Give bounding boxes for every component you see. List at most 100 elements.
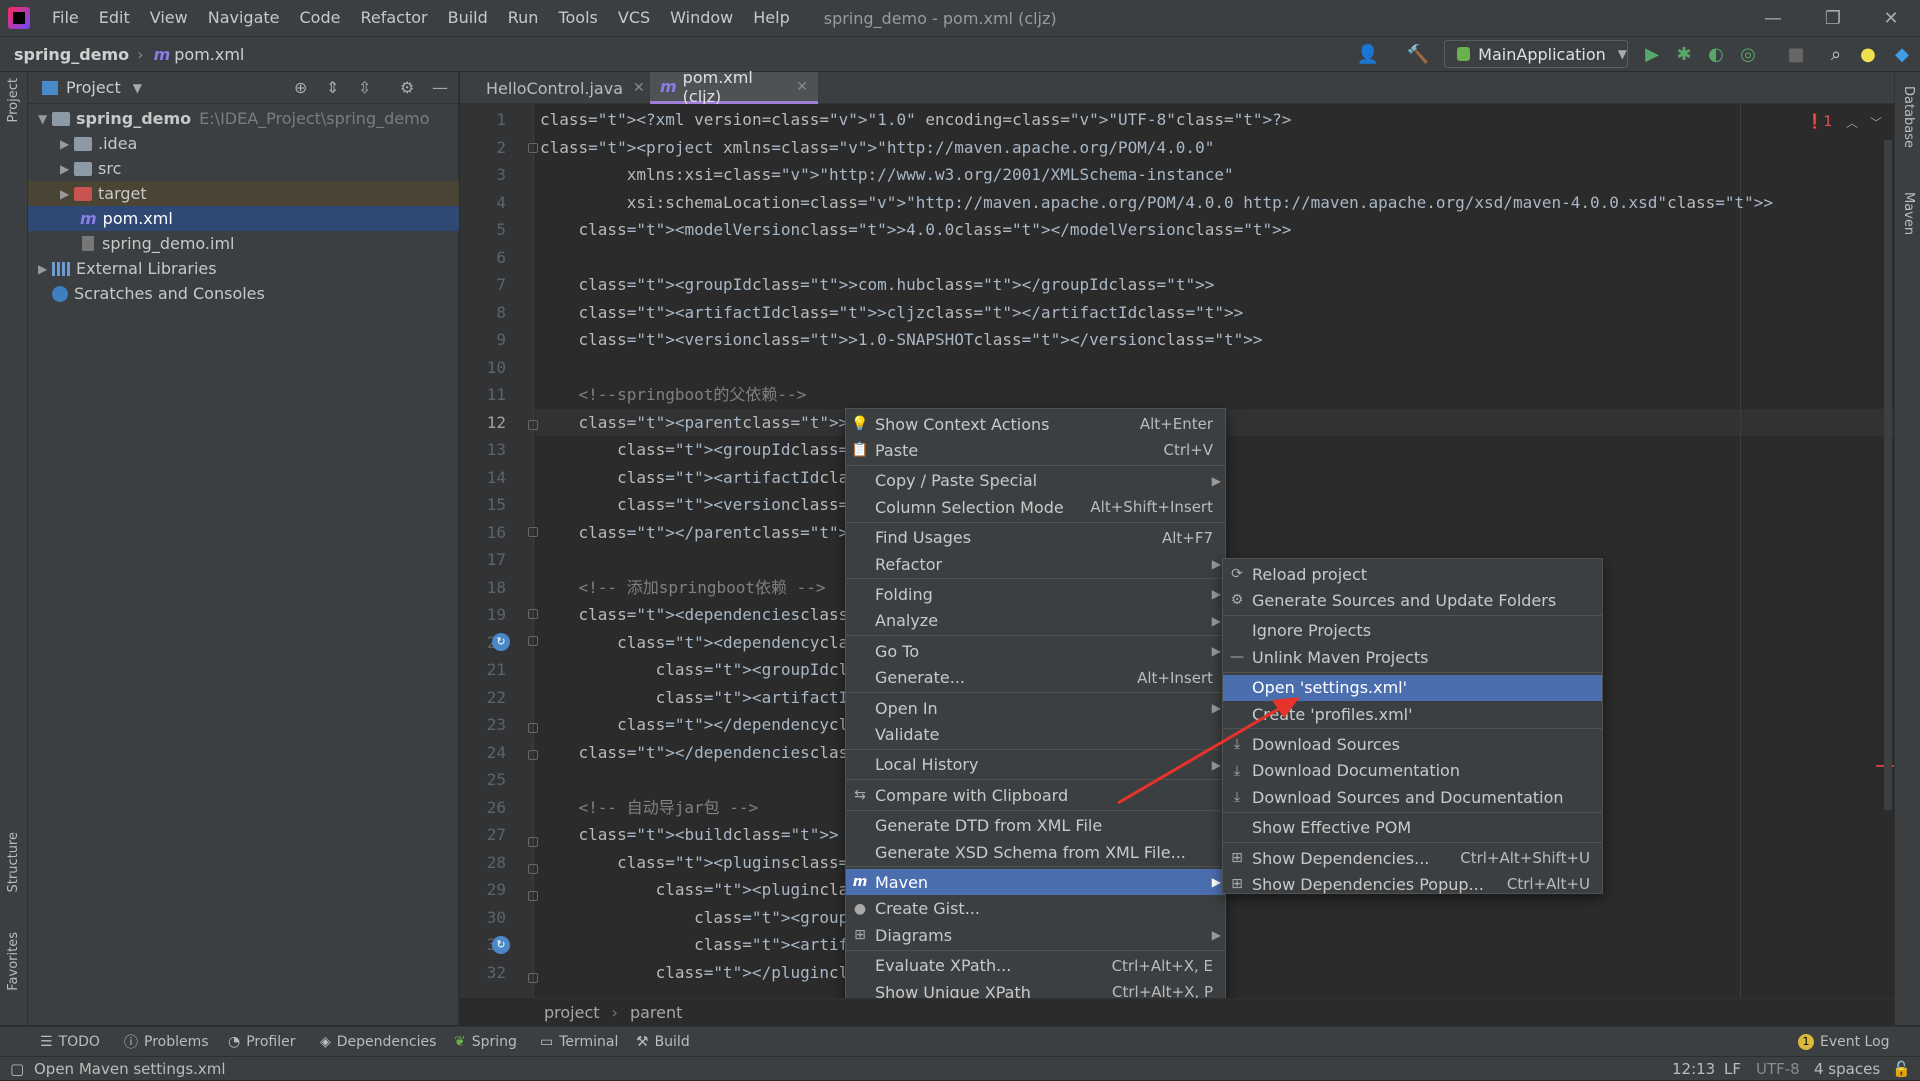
fold-marker-icon[interactable]: [528, 864, 538, 874]
favorites-tool-button[interactable]: Favorites: [6, 932, 21, 991]
nav-project[interactable]: spring_demo: [14, 45, 129, 64]
chevron-right-icon[interactable]: ▶: [38, 262, 52, 276]
line-number[interactable]: 10: [460, 354, 506, 381]
fold-marker-icon[interactable]: [528, 143, 538, 153]
line-number[interactable]: 17: [460, 546, 506, 573]
ide-updates-icon[interactable]: ●: [1856, 42, 1880, 66]
menu-item-refactor[interactable]: Refactor ▶: [846, 551, 1225, 577]
code-line[interactable]: class="t"><versionclass="t">>1.0-SNAPSHO…: [540, 326, 1263, 353]
code-line[interactable]: <!-- 添加springboot依赖 -->: [540, 574, 826, 601]
locate-icon[interactable]: ⊕: [294, 78, 307, 97]
fold-marker-icon[interactable]: [528, 723, 538, 733]
code-line[interactable]: class="t"><modelVersionclass="t">>4.0.0c…: [540, 216, 1292, 243]
menu-item-column-selection-mode[interactable]: Column Selection Mode Alt+Shift+Insert: [846, 494, 1225, 520]
run-configuration-select[interactable]: MainApplication ▼: [1444, 40, 1628, 68]
debug-icon[interactable]: ✱: [1672, 42, 1696, 66]
project-panel-title[interactable]: Project: [66, 78, 121, 97]
tree-item-root[interactable]: ▼ spring_demo E:\IDEA_Project\spring_dem…: [28, 106, 459, 131]
breadcrumb-project[interactable]: project: [544, 1003, 600, 1022]
menu-item-ignore-projects[interactable]: Ignore Projects: [1223, 618, 1602, 644]
chevron-right-icon[interactable]: ▶: [60, 187, 74, 201]
menu-item-create-profiles-xml[interactable]: Create 'profiles.xml': [1223, 701, 1602, 727]
menu-item-diagrams[interactable]: ⊞ Diagrams ▶: [846, 922, 1225, 948]
menu-item-evaluate-xpath[interactable]: Evaluate XPath... Ctrl+Alt+X, E: [846, 953, 1225, 979]
event-log-button[interactable]: 1 Event Log: [1798, 1027, 1890, 1057]
line-number[interactable]: 14: [460, 464, 506, 491]
chevron-right-icon[interactable]: ▶: [60, 162, 74, 176]
fold-marker-icon[interactable]: [528, 420, 538, 430]
line-number[interactable]: 30: [460, 904, 506, 931]
line-number[interactable]: 24: [460, 739, 506, 766]
close-window-icon[interactable]: ✕: [1862, 0, 1920, 36]
line-number[interactable]: 22: [460, 684, 506, 711]
fold-marker-icon[interactable]: [528, 973, 538, 983]
menu-item-maven[interactable]: m Maven ▶: [846, 869, 1225, 896]
code-line[interactable]: class="t"><project xmlns=class="v">"http…: [540, 134, 1214, 161]
line-number[interactable]: 4: [460, 189, 506, 216]
menu-item-copy-paste-special[interactable]: Copy / Paste Special ▶: [846, 468, 1225, 494]
line-number[interactable]: 26: [460, 794, 506, 821]
code-line[interactable]: <!--springboot的父依赖-->: [540, 381, 807, 408]
menu-item-generate-dtd-from-xml-file[interactable]: Generate DTD from XML File: [846, 813, 1225, 839]
menu-item-show-dependencies-popup[interactable]: ⊞ Show Dependencies Popup... Ctrl+Alt+U: [1223, 871, 1602, 897]
fold-marker-icon[interactable]: [528, 527, 538, 537]
menu-item-show-effective-pom[interactable]: Show Effective POM: [1223, 815, 1602, 841]
menu-item-open-settings-xml[interactable]: Open 'settings.xml': [1223, 674, 1602, 701]
database-tool-button[interactable]: Database: [1901, 86, 1916, 148]
menu-item-create-gist[interactable]: ● Create Gist...: [846, 896, 1225, 922]
line-number[interactable]: 29: [460, 876, 506, 903]
chevron-right-icon[interactable]: ▶: [60, 137, 74, 151]
line-number[interactable]: 15: [460, 491, 506, 518]
line-number[interactable]: 6: [460, 244, 506, 271]
dependencies-tool-button[interactable]: ◈ Dependencies: [320, 1027, 436, 1057]
code-line[interactable]: xsi:schemaLocation=class="v">"http://mav…: [540, 189, 1773, 216]
menu-refactor[interactable]: Refactor: [350, 0, 437, 36]
terminal-tool-button[interactable]: ▭ Terminal: [540, 1027, 618, 1057]
line-number[interactable]: 1: [460, 106, 506, 133]
menu-item-unlink-maven-projects[interactable]: — Unlink Maven Projects: [1223, 644, 1602, 670]
fold-marker-icon[interactable]: [528, 750, 538, 760]
expand-all-icon[interactable]: ⇕: [326, 78, 339, 97]
line-number[interactable]: 21: [460, 656, 506, 683]
line-number[interactable]: 16: [460, 519, 506, 546]
tree-item-src[interactable]: ▶ src: [28, 156, 459, 181]
todo-tool-button[interactable]: ☰ TODO: [40, 1027, 100, 1057]
line-number[interactable]: 27: [460, 821, 506, 848]
menu-item-find-usages[interactable]: Find Usages Alt+F7: [846, 525, 1225, 551]
run-icon[interactable]: ▶: [1640, 42, 1664, 66]
menu-window[interactable]: Window: [660, 0, 743, 36]
code-line[interactable]: class="t"><parentclass="t">>: [540, 409, 849, 436]
spring-tool-button[interactable]: ❦ Spring: [454, 1027, 517, 1057]
line-number[interactable]: 12: [460, 409, 506, 436]
line-number[interactable]: 28: [460, 849, 506, 876]
code-line[interactable]: class="t"><?xml version=class="v">"1.0" …: [540, 106, 1291, 133]
menu-item-analyze[interactable]: Analyze ▶: [846, 608, 1225, 634]
coverage-icon[interactable]: ◐: [1704, 42, 1728, 66]
file-encoding[interactable]: UTF-8: [1756, 1057, 1800, 1081]
tree-item-iml[interactable]: spring_demo.iml: [28, 231, 459, 256]
menu-item-paste[interactable]: 📋 Paste Ctrl+V: [846, 437, 1225, 463]
code-line[interactable]: class="t"><pluginsclass="t">>: [540, 849, 896, 876]
nav-file[interactable]: pom.xml: [174, 45, 244, 64]
project-tool-button[interactable]: Project: [6, 78, 21, 122]
code-line[interactable]: <!-- 自动导jar包 -->: [540, 794, 759, 821]
stop-icon[interactable]: ■: [1784, 42, 1808, 66]
menu-help[interactable]: Help: [743, 0, 799, 36]
error-indicator[interactable]: ❗1: [1806, 114, 1832, 130]
chevron-down-icon[interactable]: ﹀: [1870, 114, 1882, 131]
gear-icon[interactable]: ⚙: [400, 78, 414, 97]
menu-item-validate[interactable]: Validate: [846, 721, 1225, 747]
menu-tools[interactable]: Tools: [548, 0, 607, 36]
menu-code[interactable]: Code: [290, 0, 351, 36]
fold-marker-icon[interactable]: [528, 609, 538, 619]
line-number[interactable]: 3: [460, 161, 506, 188]
jetbrains-toolbox-icon[interactable]: ◆: [1890, 42, 1914, 66]
menu-build[interactable]: Build: [438, 0, 498, 36]
structure-tool-button[interactable]: Structure: [6, 832, 21, 892]
profile-icon[interactable]: ◎: [1736, 42, 1760, 66]
menu-run[interactable]: Run: [498, 0, 549, 36]
code-line[interactable]: class="t"><groupIdclass="t">>com.hubclas…: [540, 271, 1215, 298]
minimize-icon[interactable]: —: [1744, 0, 1802, 36]
line-number[interactable]: 5: [460, 216, 506, 243]
editor-scrollbar[interactable]: [1884, 140, 1892, 810]
